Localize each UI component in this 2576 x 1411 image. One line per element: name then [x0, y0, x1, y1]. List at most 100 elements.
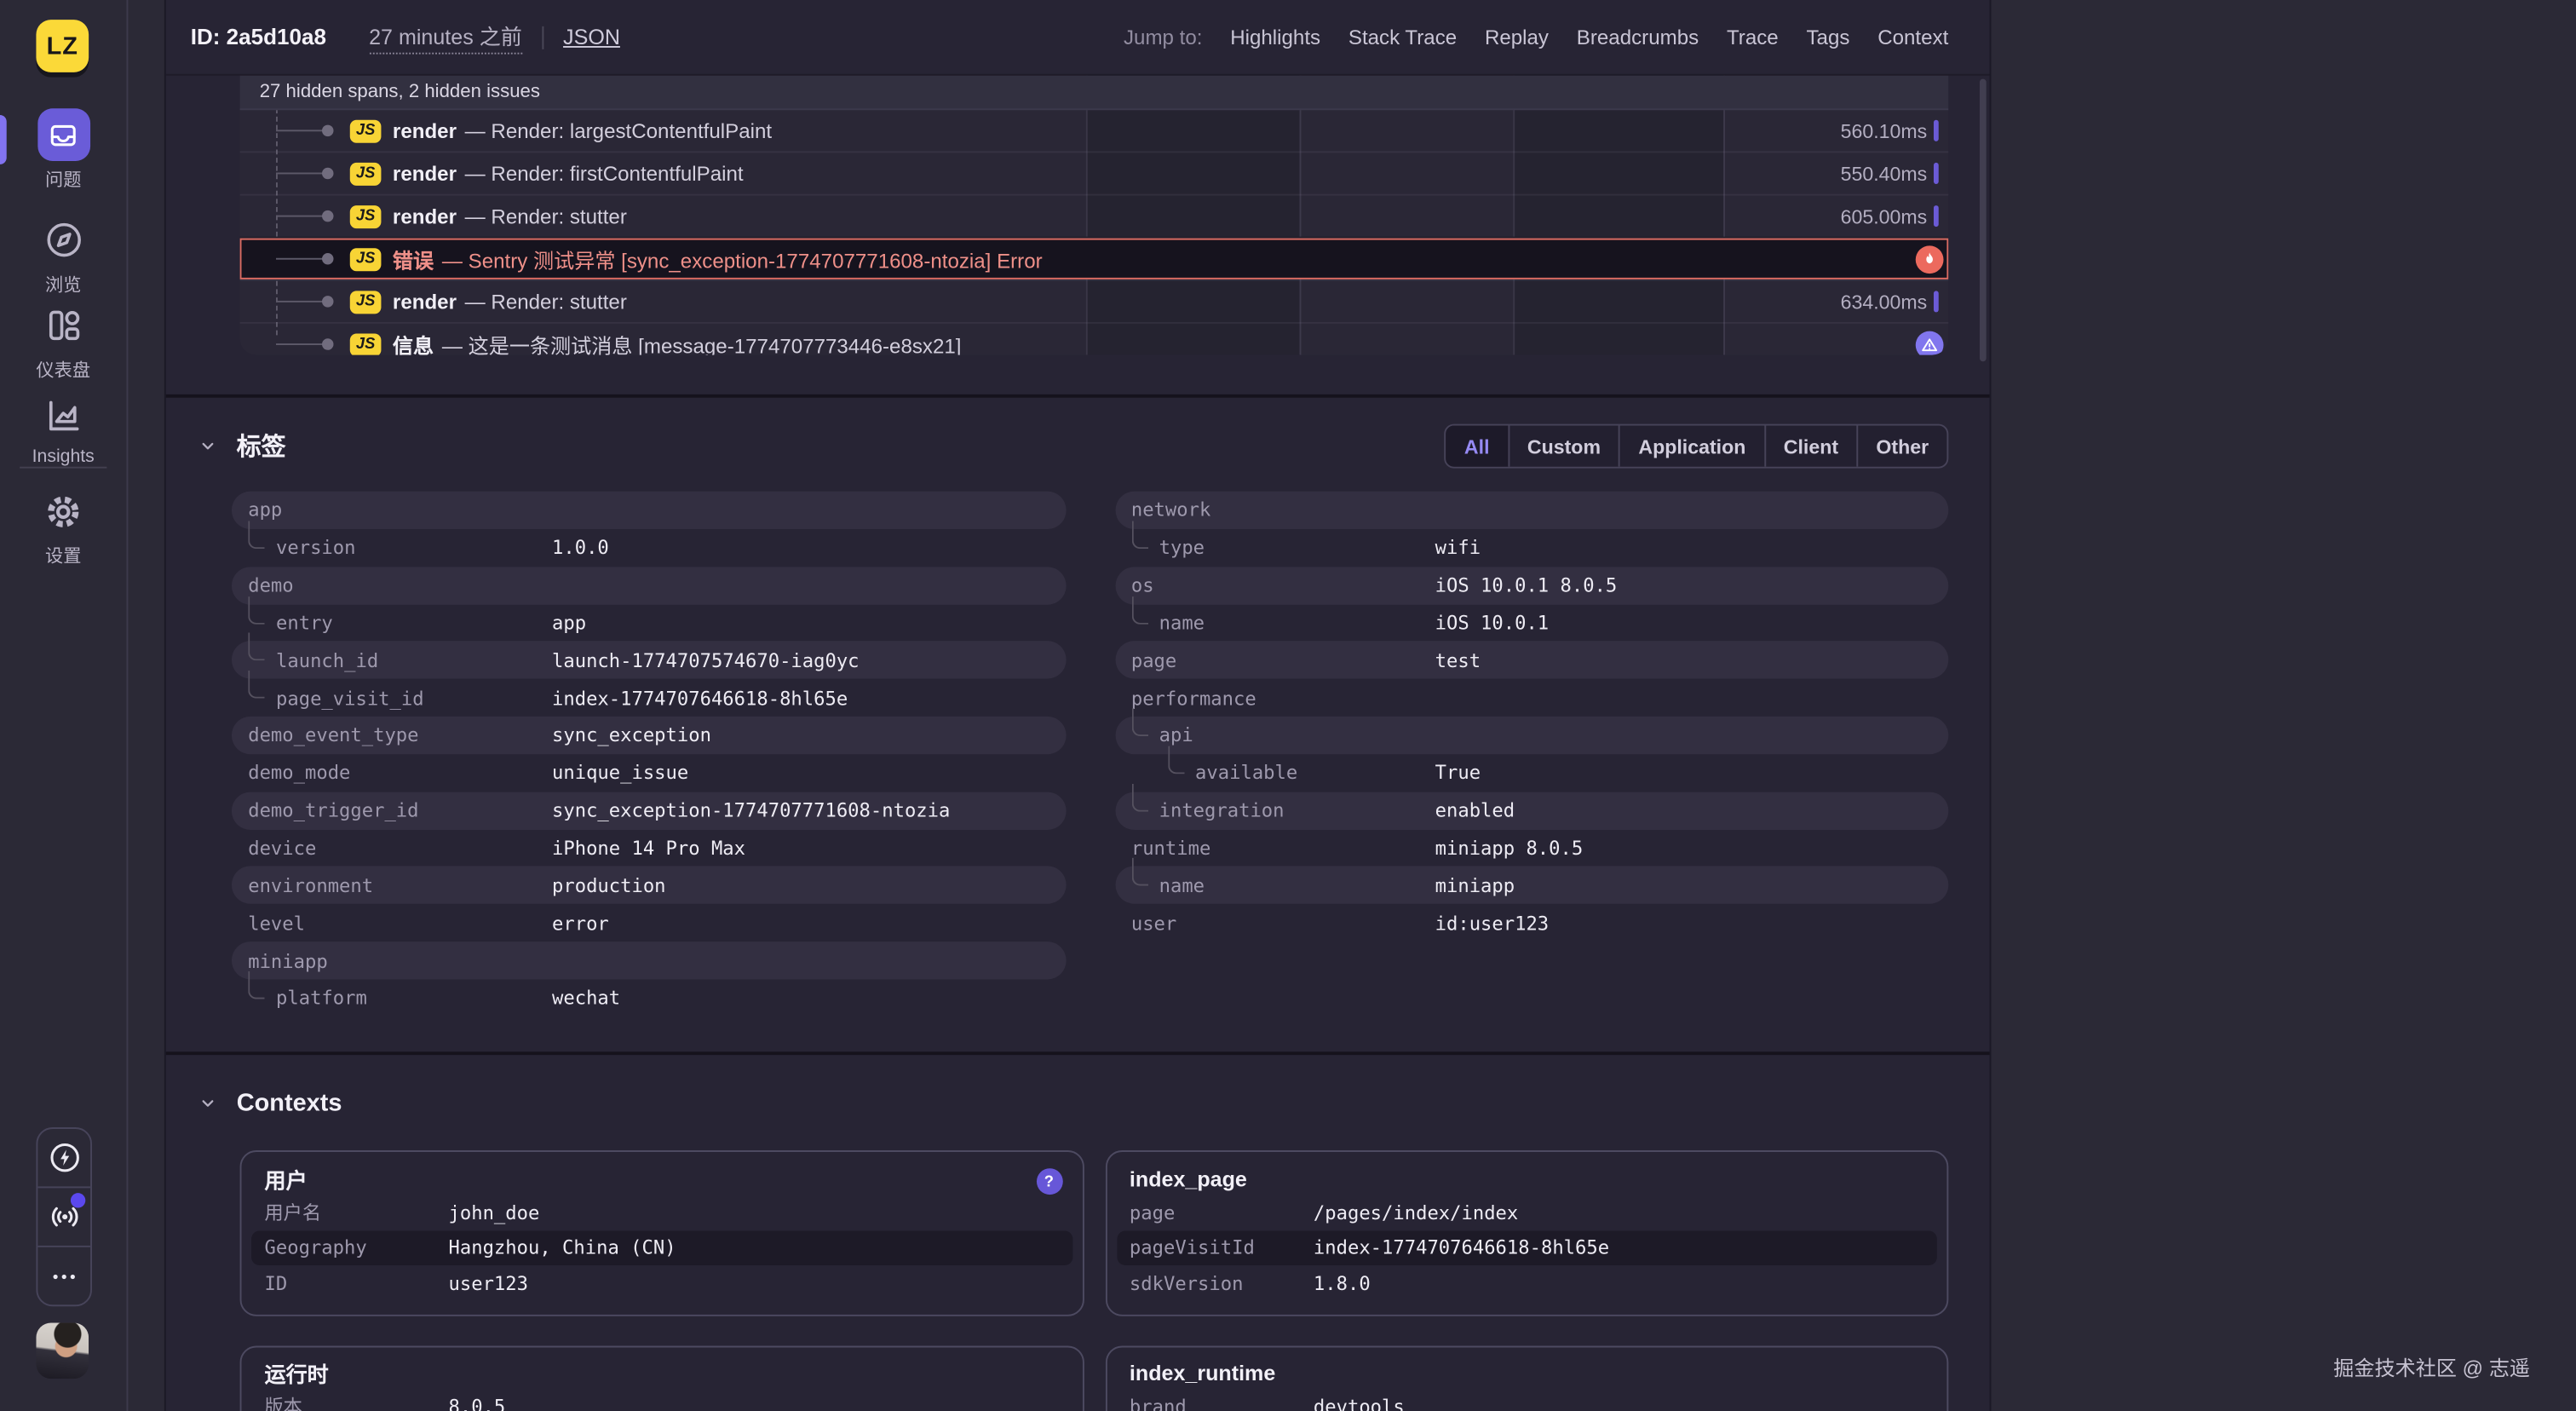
span-row[interactable]: JSrender— Render: firstContentfulPaint55… [240, 151, 1949, 193]
tag-row[interactable]: demo_modeunique_issue [232, 754, 1066, 792]
tag-row[interactable]: levelerror [232, 904, 1066, 942]
tag-row[interactable]: integrationenabled [1115, 792, 1949, 829]
tag-row[interactable]: nameiOS 10.0.1 [1115, 604, 1949, 642]
span-row[interactable]: JS错误— Sentry 测试异常 [sync_exception-177470… [240, 237, 1949, 279]
span-row[interactable]: JSrender— Render: largestContentfulPaint… [240, 110, 1949, 151]
header-separator [542, 26, 543, 49]
tags-filter-tabs: AllCustomApplicationClientOther [1445, 424, 1949, 469]
broadcast-button[interactable] [37, 1186, 90, 1245]
tags-tab-client[interactable]: Client [1764, 426, 1857, 467]
card-key: pageVisitId [1130, 1236, 1255, 1259]
tag-row[interactable]: network [1115, 492, 1949, 529]
event-time-ago[interactable]: 27 minutes 之前 [369, 20, 522, 55]
tag-row[interactable]: userid:user123 [1115, 904, 1949, 942]
card-key: Geography [265, 1236, 367, 1259]
jump-to-highlights[interactable]: Highlights [1230, 26, 1320, 49]
tree-node-dot [322, 253, 334, 265]
span-description: — Render: stutter [465, 204, 627, 227]
span-duration: 560.10ms [1841, 119, 1928, 142]
sidebar-item-Insights[interactable]: Insights [0, 389, 127, 467]
sidebar-divider [20, 467, 106, 469]
jump-to-tags[interactable]: Tags [1806, 26, 1849, 49]
compass-icon [37, 214, 89, 267]
js-platform-badge: JS [350, 119, 382, 142]
tag-row[interactable]: osiOS 10.0.1 8.0.5 [1115, 567, 1949, 604]
span-duration: 605.00ms [1841, 204, 1928, 227]
tag-row[interactable]: runtimeminiapp 8.0.5 [1115, 829, 1949, 867]
avatar[interactable] [36, 1323, 89, 1379]
js-platform-badge: JS [350, 333, 382, 355]
jump-to-label: Jump to: [1124, 26, 1202, 49]
tags-tab-custom[interactable]: Custom [1508, 426, 1619, 467]
alert-icon[interactable] [1916, 331, 1944, 355]
tag-key: app [248, 498, 282, 521]
tags-column-left: app version1.0.0demoentryapplaunch_idlaun… [232, 492, 1066, 1017]
context-card-index_runtime: index_runtimebranddevtools [1105, 1345, 1948, 1411]
tag-value: sync_exception [552, 724, 711, 747]
dashboard-icon [37, 299, 89, 352]
tag-row[interactable]: availableTrue [1115, 754, 1949, 792]
card-row: pageVisitIdindex-1774707646618-8hl65e [1116, 1230, 1936, 1265]
jump-to-trace[interactable]: Trace [1727, 26, 1779, 49]
tag-row[interactable]: demo [232, 567, 1066, 604]
sidebar-item-设置[interactable]: 设置 [0, 485, 127, 568]
tag-row[interactable]: demo_trigger_idsync_exception-1774707771… [232, 792, 1066, 829]
tag-value: wechat [552, 987, 620, 1010]
tag-value: True [1435, 762, 1481, 785]
tree-connector [248, 521, 264, 549]
jump-to-stack-trace[interactable]: Stack Trace [1348, 26, 1457, 49]
tag-row[interactable]: page_visit_idindex-1774707646618-8hl65e [232, 679, 1066, 717]
tag-key: name [1159, 874, 1205, 897]
help-icon[interactable]: ? [1036, 1168, 1062, 1195]
tag-row[interactable]: miniapp [232, 942, 1066, 979]
sidebar-item-仪表盘[interactable]: 仪表盘 [0, 299, 127, 383]
tag-row[interactable]: environmentproduction [232, 867, 1066, 904]
sidebar-item-label: 仪表盘 [36, 357, 90, 383]
card-key: brand [1130, 1396, 1187, 1411]
jump-to-replay[interactable]: Replay [1485, 26, 1549, 49]
chevron-down-icon[interactable] [198, 437, 216, 455]
ellipsis-button[interactable] [37, 1246, 90, 1304]
tag-row[interactable]: pagetest [1115, 642, 1949, 679]
lightning-button[interactable] [37, 1129, 90, 1187]
tag-value: enabled [1435, 799, 1515, 822]
sidebar-item-问题[interactable]: 问题 [0, 108, 127, 192]
tag-value: miniapp 8.0.5 [1435, 837, 1584, 860]
tag-key: miniapp [248, 949, 327, 972]
app-logo[interactable]: LZ [36, 20, 89, 72]
span-op: render [393, 290, 457, 313]
tag-row[interactable]: entryapp [232, 604, 1066, 642]
tags-tab-application[interactable]: Application [1619, 426, 1763, 467]
jump-to-context[interactable]: Context [1877, 26, 1948, 49]
tag-row[interactable]: version1.0.0 [232, 529, 1066, 567]
event-id: ID: 2a5d10a8 [191, 25, 326, 49]
span-duration-bar [1934, 291, 1939, 312]
span-row[interactable]: JS信息— 这是一条测试消息 [message-1774707773446-e8… [240, 322, 1949, 355]
tag-row[interactable]: api [1115, 717, 1949, 754]
span-row[interactable]: JSrender— Render: stutter605.00ms [240, 194, 1949, 237]
span-description: — Render: stutter [465, 290, 627, 313]
tags-tab-other[interactable]: Other [1856, 426, 1946, 467]
js-platform-badge: JS [350, 162, 382, 185]
tags-tab-all[interactable]: All [1446, 426, 1508, 467]
tag-row[interactable]: launch_idlaunch-1774707574670-iag0yc [232, 642, 1066, 679]
tags-section-title: 标签 [237, 429, 286, 464]
hidden-spans-summary[interactable]: 27 hidden spans, 2 hidden issues [240, 76, 1949, 111]
sidebar-item-浏览[interactable]: 浏览 [0, 214, 127, 297]
chevron-down-icon[interactable] [198, 1094, 216, 1112]
scrollbar-thumb[interactable] [1980, 79, 1987, 362]
json-link[interactable]: JSON [563, 25, 620, 49]
jump-to-breadcrumbs[interactable]: Breadcrumbs [1577, 26, 1699, 49]
tag-row[interactable]: demo_event_typesync_exception [232, 717, 1066, 754]
card-row: GeographyHangzhou, China (CN) [251, 1230, 1072, 1265]
tag-row[interactable]: platformwechat [232, 979, 1066, 1016]
span-row[interactable]: JSrender— Render: stutter634.00ms [240, 279, 1949, 322]
tag-row[interactable]: nameminiapp [1115, 867, 1949, 904]
tag-value: iPhone 14 Pro Max [552, 837, 745, 860]
fire-icon[interactable] [1916, 245, 1944, 273]
span-duration-bar [1934, 205, 1939, 227]
tag-row[interactable]: app [232, 492, 1066, 529]
tag-row[interactable]: performance [1115, 679, 1949, 717]
tag-row[interactable]: typewifi [1115, 529, 1949, 567]
tag-row[interactable]: deviceiPhone 14 Pro Max [232, 829, 1066, 867]
